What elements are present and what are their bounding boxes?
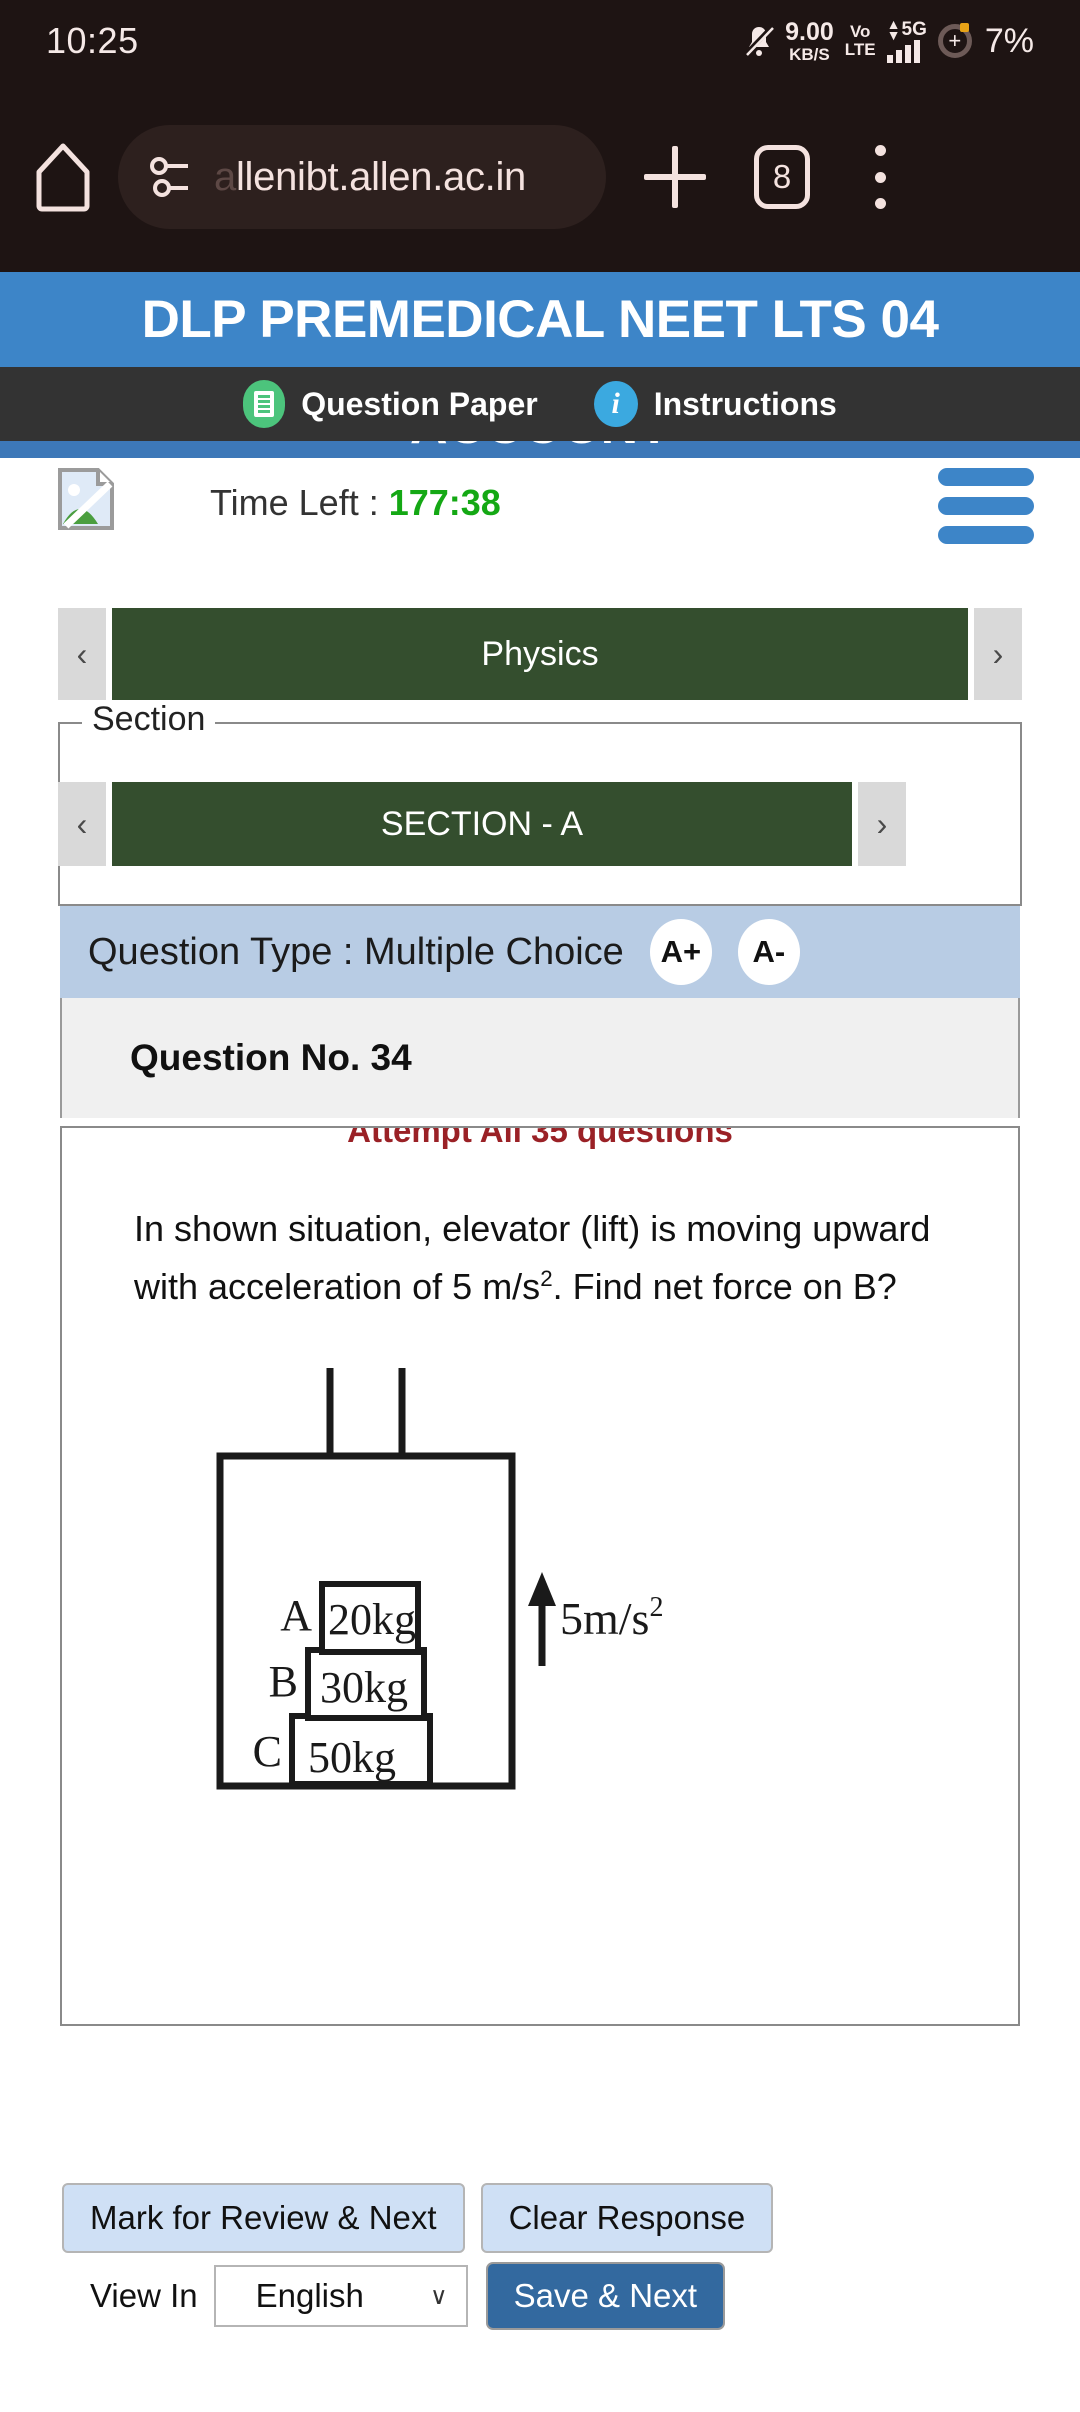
tab-counter-button[interactable]: 8: [754, 145, 810, 209]
view-in-label: View In: [90, 2277, 198, 2314]
battery-saver-icon: +: [937, 23, 972, 58]
question-paper-label: Question Paper: [301, 385, 538, 422]
clear-response-button[interactable]: Clear Response: [480, 2183, 774, 2253]
block-mass-a: 20kg: [328, 1595, 416, 1644]
battery-percent: 7%: [984, 21, 1034, 60]
chevron-down-icon: ∨: [430, 2282, 448, 2310]
url-faded-prefix: a: [214, 154, 236, 199]
subject-next-button[interactable]: ›: [974, 608, 1022, 700]
time-left-label: Time Left :: [210, 482, 389, 523]
notifications-muted-icon: [744, 24, 775, 58]
menu-hamburger-icon[interactable]: [938, 468, 1034, 544]
section-legend: Section: [82, 700, 216, 739]
section-prev-button[interactable]: ‹: [58, 782, 106, 866]
font-decrease-button[interactable]: A-: [737, 919, 800, 985]
url-host: llenibt.allen.ac.in: [235, 154, 526, 199]
page-title: DLP PREMEDICAL NEET LTS 04: [141, 290, 939, 349]
instructions-button[interactable]: i Instructions: [593, 381, 837, 427]
section-current-button[interactable]: SECTION - A: [112, 782, 852, 866]
secondary-action-row: View In English ∨ Save & Next: [90, 2262, 726, 2330]
question-text-line2-pre: with acceleration of 5 m/s: [134, 1266, 541, 1308]
exam-title-bar: DLP PREMEDICAL NEET LTS 04: [0, 272, 1080, 367]
question-type-label: Question Type : Multiple Choice: [88, 930, 624, 973]
broken-image-icon: [58, 468, 114, 530]
overflow-menu-icon[interactable]: [858, 145, 902, 209]
block-label-c: C: [253, 1727, 282, 1776]
time-left-value: 177:38: [388, 482, 501, 523]
question-type-bar: Question Type : Multiple Choice A+ A-: [60, 906, 1020, 998]
signal-indicator: ▲ ▼ 5G: [886, 16, 927, 63]
data-transfer-arrows-icon: ▲ ▼: [886, 16, 901, 43]
address-bar[interactable]: allenibt.allen.ac.in: [118, 125, 606, 229]
site-permissions-icon[interactable]: [148, 154, 196, 200]
volte-top: Vo: [849, 22, 871, 42]
elevator-diagram: A 20kg B 30kg C 50kg 5m/s2: [212, 1368, 752, 1878]
phone-screen: 10:25 9.00 KB/S Vo LTE ▲ ▼ 5G + 7% allen…: [0, 0, 1080, 2412]
block-mass-b: 30kg: [320, 1663, 408, 1712]
question-paper-icon: [243, 380, 286, 428]
clipped-banner-text: ACCOUNT: [0, 440, 1080, 456]
question-text-superscript: 2: [540, 1266, 553, 1292]
subject-selector: ‹ Physics ›: [58, 608, 1022, 700]
new-tab-icon[interactable]: [644, 146, 706, 208]
question-paper-button[interactable]: Question Paper: [243, 380, 538, 428]
elevator-diagram-svg: A 20kg B 30kg C 50kg 5m/s2: [216, 1368, 663, 1790]
timer-row: Time Left : 177:38: [0, 458, 1080, 570]
question-number-label: Question No. 34: [130, 1037, 412, 1078]
android-status-bar: 10:25 9.00 KB/S Vo LTE ▲ ▼ 5G + 7%: [0, 0, 1080, 82]
block-mass-c: 50kg: [308, 1733, 396, 1782]
font-increase-button[interactable]: A+: [649, 919, 712, 985]
instructions-label: Instructions: [653, 385, 837, 422]
network-speed-value: 9.00: [785, 17, 834, 46]
question-text: In shown situation, elevator (lift) is m…: [134, 1200, 950, 1317]
save-and-next-button[interactable]: Save & Next: [485, 2262, 726, 2330]
question-text-line2-post: . Find net force on B?: [552, 1266, 897, 1308]
attempt-note: Attempt All 35 questions: [347, 1126, 733, 1149]
primary-action-row: Mark for Review & Next Clear Response: [62, 2183, 774, 2253]
section-next-button[interactable]: ›: [858, 782, 906, 866]
question-text-line1: In shown situation, elevator (lift) is m…: [134, 1208, 931, 1249]
question-number-bar: Question No. 34: [60, 998, 1020, 1118]
section-selector: ‹ SECTION - A ›: [58, 782, 906, 866]
address-bar-text[interactable]: allenibt.allen.ac.in: [214, 155, 526, 200]
signal-bars-icon: [886, 39, 920, 63]
volte-bottom: LTE: [844, 40, 876, 59]
browser-toolbar: allenibt.allen.ac.in 8: [0, 82, 1080, 272]
network-speed-indicator: 9.00 KB/S: [785, 17, 834, 64]
home-icon[interactable]: [34, 142, 92, 212]
block-label-b: B: [269, 1657, 298, 1706]
question-content-panel: Attempt All 35 questions In shown situat…: [60, 1126, 1020, 2026]
network-speed-unit: KB/S: [789, 44, 830, 64]
block-label-a: A: [280, 1591, 312, 1640]
exam-sub-navigation: Question Paper i Instructions: [0, 367, 1080, 441]
subject-prev-button[interactable]: ‹: [58, 608, 106, 700]
info-icon: i: [593, 381, 638, 427]
time-left-display: Time Left : 177:38: [210, 482, 501, 524]
mark-for-review-button[interactable]: Mark for Review & Next: [62, 2183, 465, 2253]
status-icons: 9.00 KB/S Vo LTE ▲ ▼ 5G + 7%: [744, 16, 1034, 64]
acceleration-label: 5m/s2: [560, 1592, 663, 1644]
scrolled-banner-strip: ACCOUNT: [0, 440, 1080, 458]
language-selected-value: English: [255, 2277, 364, 2314]
subject-current-button[interactable]: Physics: [112, 608, 968, 700]
language-select[interactable]: English ∨: [213, 2265, 468, 2327]
network-type-label: 5G: [901, 19, 927, 40]
status-clock: 10:25: [46, 20, 139, 61]
volte-icon: Vo LTE: [845, 23, 876, 59]
